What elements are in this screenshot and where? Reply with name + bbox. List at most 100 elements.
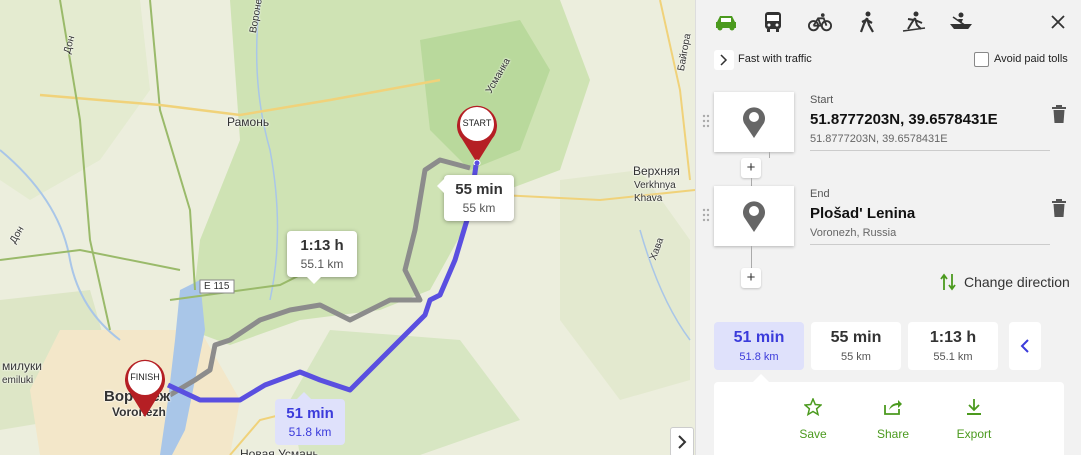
start-pin[interactable]: START [454, 103, 500, 167]
route-bubble-51min[interactable]: 51 min 51.8 km [275, 392, 345, 445]
chevron-left-icon [1020, 339, 1029, 353]
app-root: Рамонь Верхняя Verkhnya Khava Воронеж До… [0, 0, 1081, 455]
route-time: 55 min [830, 329, 882, 346]
map-view[interactable]: Рамонь Верхняя Verkhnya Khava Воронеж До… [0, 0, 695, 455]
end-location-button[interactable] [714, 186, 794, 246]
map-terrain [0, 0, 695, 455]
route-bubble-1h13[interactable]: 1:13 h 55.1 km [287, 231, 357, 284]
bubble-tail [297, 392, 311, 399]
bubble-tail [307, 277, 321, 284]
route-actions: Save Share Export [714, 374, 1064, 455]
map-label-semiluki: милуки [2, 359, 42, 373]
save-button[interactable]: Save [783, 397, 843, 441]
trash-icon [1052, 105, 1066, 123]
route-time: 51 min [733, 329, 785, 346]
map-label-verkhnya-lat: Verkhnya [634, 180, 676, 191]
start-name[interactable]: 51.8777203N, 39.6578431E [810, 111, 998, 128]
close-button[interactable] [1048, 12, 1068, 32]
start-point-row: Start 51.8777203N, 39.6578431E 51.877720… [702, 92, 1074, 152]
start-location-button[interactable] [714, 92, 794, 152]
connector-line [751, 178, 752, 186]
map-label-khava: Khava [634, 193, 663, 204]
map-pin-icon [125, 359, 165, 417]
divider [810, 244, 1050, 245]
skiing-icon [902, 11, 926, 32]
location-pin-icon [743, 201, 765, 232]
change-direction-button[interactable]: Change direction [940, 272, 1070, 292]
mode-boat[interactable] [949, 10, 973, 34]
bubble-time: 51 min [286, 405, 334, 422]
share-button[interactable]: Share [863, 398, 923, 441]
drag-handle-icon[interactable] [702, 114, 710, 128]
end-label: End [810, 188, 830, 200]
route-option-1[interactable]: 51 min 51.8 km [714, 322, 804, 370]
export-button[interactable]: Export [944, 398, 1004, 441]
bicycle-icon [808, 13, 832, 32]
finish-pin-label: FINISH [130, 372, 160, 382]
start-label: Start [810, 94, 834, 106]
divider [810, 150, 1050, 151]
map-label-novaya-usman: Новая Усмань [240, 447, 319, 455]
route-bubble-55min[interactable]: 55 min 55 km [437, 175, 514, 221]
close-icon [1051, 15, 1065, 29]
bubble-distance: 51.8 km [288, 425, 332, 439]
route-option-2[interactable]: 55 min 55 km [811, 322, 901, 370]
route-options: Fast with traffic Avoid paid tolls [714, 50, 1074, 70]
mode-car[interactable] [714, 10, 738, 34]
bubble-time: 55 min [455, 181, 503, 198]
chevron-right-icon [678, 435, 687, 449]
map-label-ramon: Рамонь [227, 115, 270, 129]
bubble-distance: 55.1 km [300, 257, 344, 271]
boat-icon [950, 12, 972, 29]
start-pin-label: START [462, 118, 492, 128]
expand-options-button[interactable] [714, 50, 734, 70]
end-point-row: End Plošad' Lenina Voronezh, Russia [702, 186, 1074, 246]
delete-start-button[interactable] [1050, 104, 1068, 124]
directions-panel: Fast with traffic Avoid paid tolls Start… [695, 0, 1081, 455]
mode-walking[interactable] [855, 10, 879, 34]
road-shield-e115: E 115 [204, 281, 230, 292]
end-address: Voronezh, Russia [810, 227, 897, 239]
change-direction-label: Change direction [964, 274, 1070, 290]
route-distance: 55.1 km [933, 351, 973, 363]
swap-arrows-icon [940, 273, 956, 291]
transport-modes [696, 0, 1081, 44]
routes-prev-button[interactable] [1009, 322, 1041, 370]
collapse-panel-button[interactable] [670, 427, 694, 455]
map-pin-icon [457, 105, 497, 167]
drag-handle-icon[interactable] [702, 208, 710, 222]
finish-pin[interactable]: FINISH [122, 357, 168, 419]
download-icon [967, 399, 981, 415]
walking-icon [859, 11, 874, 33]
avoid-tolls-checkbox[interactable] [974, 52, 989, 67]
end-name[interactable]: Plošad' Lenina [810, 205, 915, 222]
mode-bicycle[interactable] [808, 10, 832, 34]
share-label: Share [876, 427, 910, 441]
share-icon [884, 400, 902, 415]
add-waypoint-button[interactable]: + [741, 158, 761, 178]
car-icon [716, 16, 736, 31]
mode-bus[interactable] [761, 10, 785, 34]
bubble-tail [437, 179, 444, 193]
chevron-right-icon [720, 54, 728, 66]
connector-line [751, 246, 752, 268]
start-coordinates: 51.8777203N, 39.6578431E [810, 133, 948, 145]
bubble-distance: 55 km [462, 201, 496, 215]
delete-end-button[interactable] [1050, 198, 1068, 218]
avoid-tolls-label: Avoid paid tolls [994, 53, 1068, 65]
route-distance: 51.8 km [739, 351, 779, 363]
trash-icon [1052, 199, 1066, 217]
map-label-verkhnyaya: Верхняя [633, 164, 680, 178]
traffic-option-label: Fast with traffic [738, 53, 812, 65]
route-time: 1:13 h [929, 329, 977, 346]
route-option-3[interactable]: 1:13 h 55.1 km [908, 322, 998, 370]
bubble-time: 1:13 h [300, 237, 344, 254]
export-label: Export [956, 427, 992, 441]
bus-icon [765, 12, 781, 32]
star-icon [803, 397, 823, 417]
route-distance: 55 km [841, 351, 871, 363]
add-destination-button[interactable]: + [741, 268, 761, 288]
actions-pointer [753, 374, 769, 382]
mode-skiing[interactable] [902, 10, 926, 34]
save-label: Save [799, 427, 827, 441]
